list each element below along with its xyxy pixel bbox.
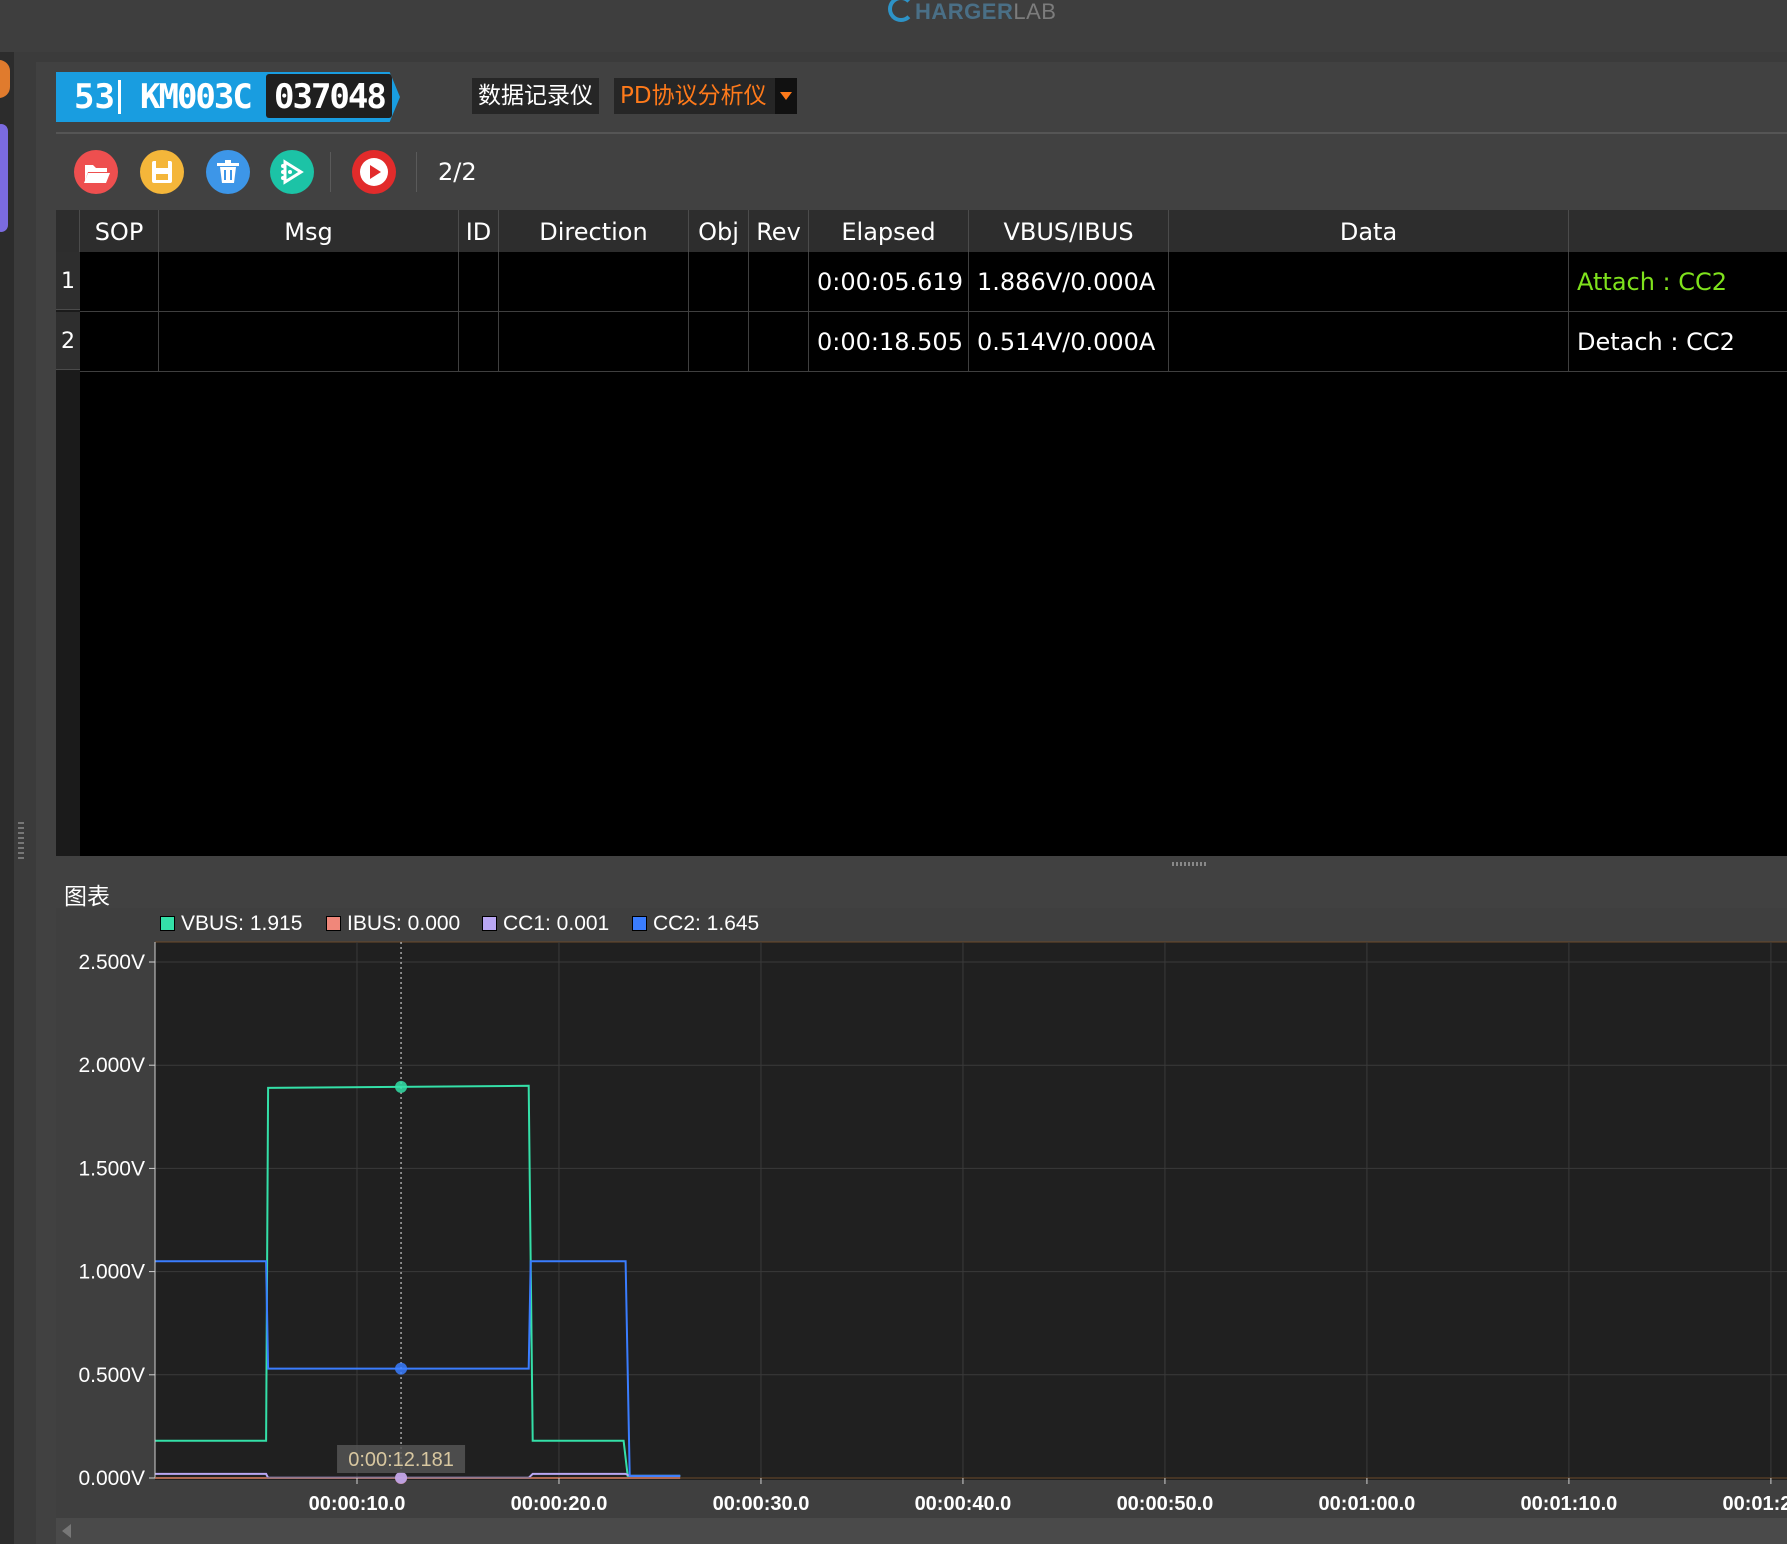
y-tick-label: 0.500V [78,1364,145,1387]
y-tick-label: 0.000V [78,1467,145,1490]
cursor-marker-cc2 [395,1362,408,1375]
x-tick-label: 00:00:20.0 [511,1493,608,1515]
cursor-time-label: 0:00:12.181 [348,1449,454,1471]
y-tick-label: 1.000V [78,1261,145,1284]
y-tick-label: 2.500V [78,951,145,974]
x-tick-label: 00:01:00.0 [1319,1493,1416,1515]
cursor-marker-vbus [395,1080,408,1093]
x-tick-label: 00:01:20.0 [1723,1493,1787,1515]
x-tick-label: 00:00:50.0 [1117,1493,1214,1515]
voltage-chart[interactable]: 0.000V 0.500V 1.000V 1.500V 2.000V 2.500V 00:… [0,0,1787,1544]
x-tick-label: 00:00:10.0 [309,1493,406,1515]
y-tick-label: 1.500V [78,1157,145,1180]
scroll-left-icon[interactable] [62,1524,71,1538]
horizontal-scrollbar[interactable] [56,1518,1787,1544]
x-tick-label: 00:00:40.0 [915,1493,1012,1515]
cursor-marker-cc1 [395,1471,408,1484]
y-tick-label: 2.000V [78,1054,145,1077]
x-tick-label: 00:00:30.0 [713,1493,810,1515]
x-tick-label: 00:01:10.0 [1521,1493,1618,1515]
plot-area[interactable] [155,942,1787,1480]
